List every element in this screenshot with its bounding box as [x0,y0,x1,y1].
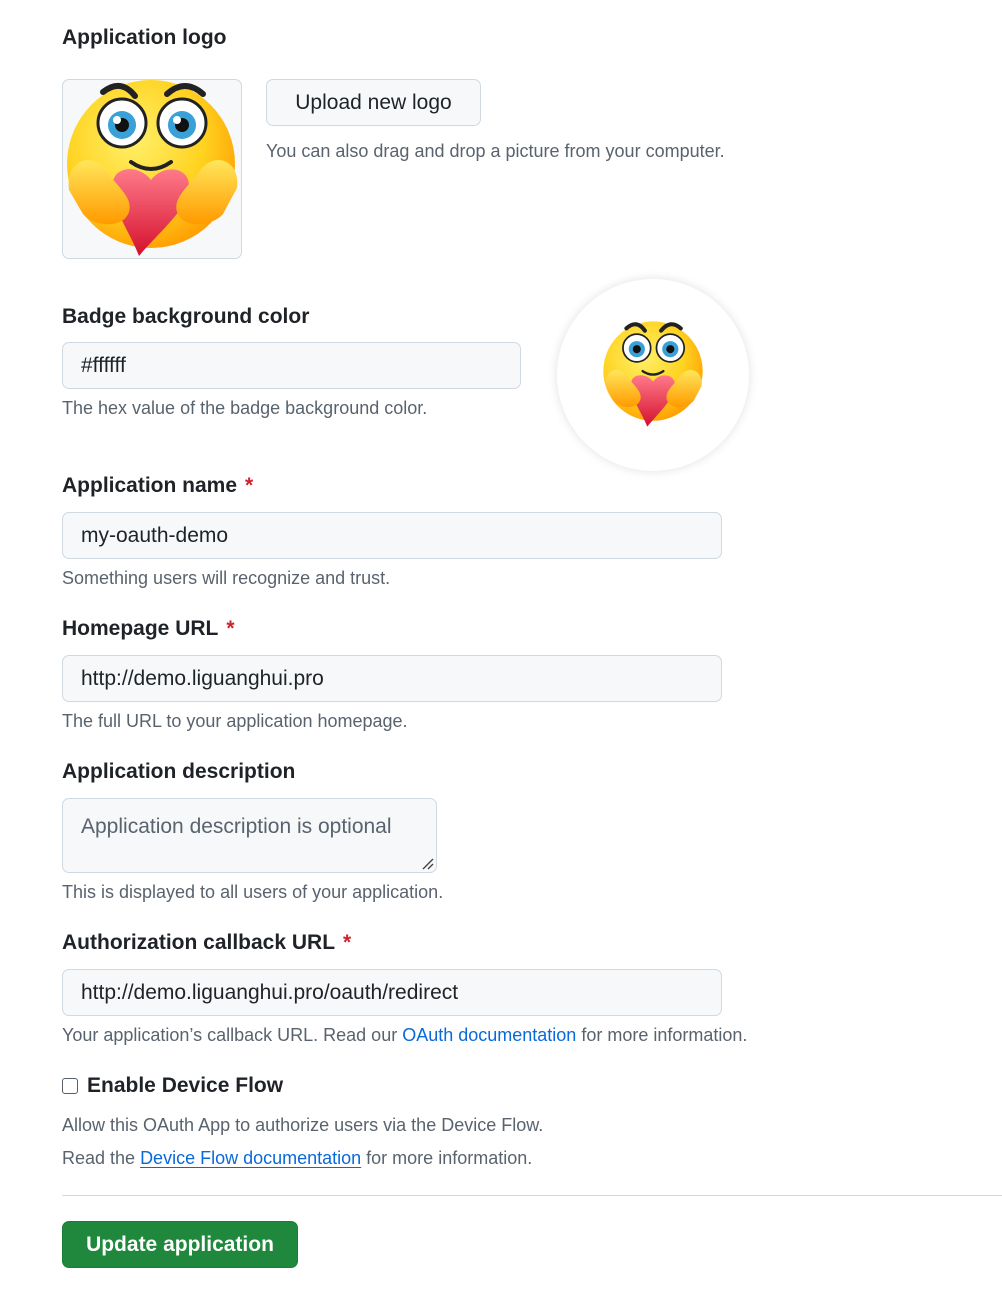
homepage-url-label: Homepage URL * [62,617,235,641]
description-label: Application description [62,760,296,783]
badge-color-input[interactable]: #ffffff [62,342,521,389]
logo-preview[interactable] [62,79,242,259]
device-flow-option[interactable]: Enable Device Flow [62,1074,283,1098]
hugging-face-emoji-icon [67,80,238,256]
device-flow-doc-prefix: Read the [62,1148,141,1168]
device-flow-label[interactable]: Enable Device Flow [87,1074,283,1098]
app-name-label-text: Application name [62,474,238,497]
badge-color-help: The hex value of the badge background co… [62,398,428,418]
badge-color-label: Badge background color [62,305,310,328]
resize-handle-icon[interactable] [420,856,434,870]
device-flow-description: Allow this OAuth App to authorize users … [62,1115,544,1135]
required-marker: * [226,617,235,640]
app-name-label: Application name * [62,474,253,498]
device-flow-documentation-link[interactable]: Device Flow documentation [140,1148,361,1168]
device-flow-doc-suffix: for more information. [361,1148,533,1168]
callback-help-text: Your application’s callback URL. Read ou… [62,1025,403,1045]
callback-url-input[interactable]: http://demo.liguanghui.pro/oauth/redirec… [62,969,722,1016]
callback-url-help: Your application’s callback URL. Read ou… [62,1025,747,1046]
description-help: This is displayed to all users of your a… [62,882,444,902]
homepage-url-label-text: Homepage URL [62,617,219,640]
update-application-button[interactable]: Update application [62,1221,298,1268]
section-divider [62,1195,1002,1196]
device-flow-doc-note: Read the Device Flow documentation for m… [62,1148,532,1169]
app-name-help: Something users will recognize and trust… [62,568,391,588]
badge-preview [557,279,749,471]
hugging-face-emoji-icon [603,321,703,427]
required-marker: * [245,474,254,497]
callback-help-suffix: for more information. [576,1025,748,1045]
upload-logo-button[interactable]: Upload new logo [266,79,481,126]
app-name-input[interactable]: my-oauth-demo [62,512,722,559]
oauth-documentation-link[interactable]: OAuth documentation [402,1025,576,1045]
device-flow-checkbox[interactable] [62,1078,78,1094]
required-marker: * [343,931,352,954]
drag-drop-hint: You can also drag and drop a picture fro… [266,141,725,161]
homepage-url-help: The full URL to your application homepag… [62,711,408,731]
callback-url-label-text: Authorization callback URL [62,931,336,954]
logo-section-label: Application logo [62,26,227,49]
homepage-url-input[interactable]: http://demo.liguanghui.pro [62,655,722,702]
description-placeholder: Application description is optional [81,815,392,838]
callback-url-label: Authorization callback URL * [62,931,351,955]
description-textarea[interactable]: Application description is optional [62,798,437,873]
